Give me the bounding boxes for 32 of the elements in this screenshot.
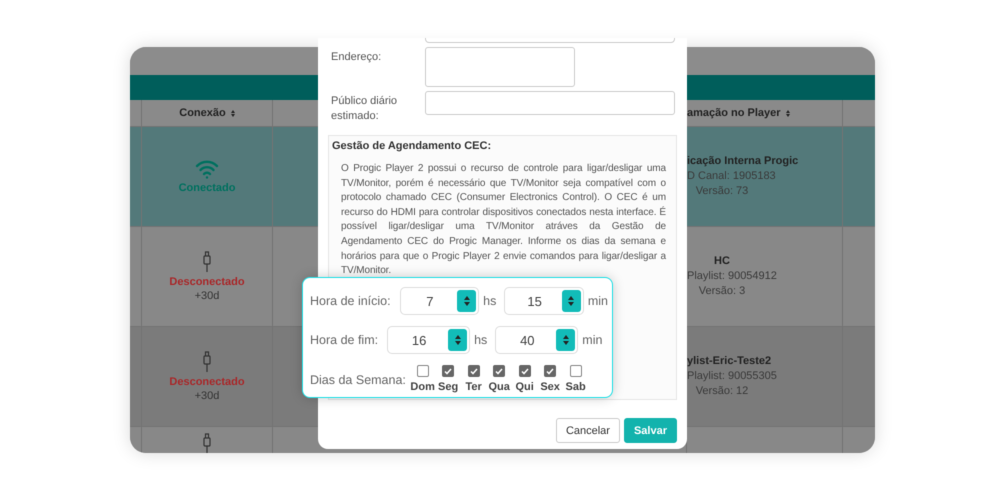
program-detail: Versão: 12 <box>696 384 748 399</box>
program-detail: D Canal: 1905183 <box>687 169 776 184</box>
program-detail: Versão: 73 <box>696 184 748 199</box>
unit-label: hs <box>483 294 496 308</box>
program-detail: Versão: 3 <box>698 284 746 299</box>
day-label: Qua <box>488 381 510 393</box>
section-title: Gestão de Agendamento CEC: <box>332 140 492 152</box>
day-label: Sab <box>566 381 586 393</box>
connection-status: Conectado <box>178 182 236 194</box>
connection-time: +30d <box>194 290 220 302</box>
program-detail: Playlist: 90054912 <box>687 269 777 284</box>
time-label: Hora de início: <box>310 294 391 308</box>
days-label: Dias da Semana: <box>310 373 406 387</box>
connection-status: Desconectado <box>169 376 245 388</box>
program-detail: Playlist: 90055305 <box>687 369 777 384</box>
program-name: ylist-Eric-Teste2 <box>687 354 772 369</box>
day-label: Ter <box>465 381 482 393</box>
unit-label: hs <box>474 333 488 347</box>
time-label: Hora de fim: <box>310 333 378 347</box>
connection-status: Desconectado <box>169 276 245 288</box>
field-label: Endereço: <box>331 50 382 65</box>
day-label: Dom <box>410 381 435 393</box>
program-name: HC <box>714 254 730 269</box>
day-label: Seg <box>438 381 458 393</box>
cec-description: O Progic Player 2 possui o recurso de controle para ligar/desligar uma TV/Monitor, porém é necessário que TV/Monitor seja compatível com o protocolo chamado CEC (Consumer Electronics Control). O CEC é um recurso do HDMI para controlar dispositivos conectados nesta interface. É possível ligar/desligar uma TV/Monitor atráves da Gestão de Agendamento CEC do Progic Manager. Informe os dias da semana e horários para que o Progic Player 2 envie comandos para ligar/desligar a TV/Monitor. <box>341 162 666 278</box>
connection-time: +30d <box>194 390 220 402</box>
unit-label: min <box>582 333 602 347</box>
day-label: Qui <box>515 381 534 393</box>
day-label: Sex <box>540 381 560 393</box>
field-label: Público diário estimado: <box>331 94 398 124</box>
unit-label: min <box>588 294 608 308</box>
program-name: icação Interna Progic <box>687 154 798 169</box>
